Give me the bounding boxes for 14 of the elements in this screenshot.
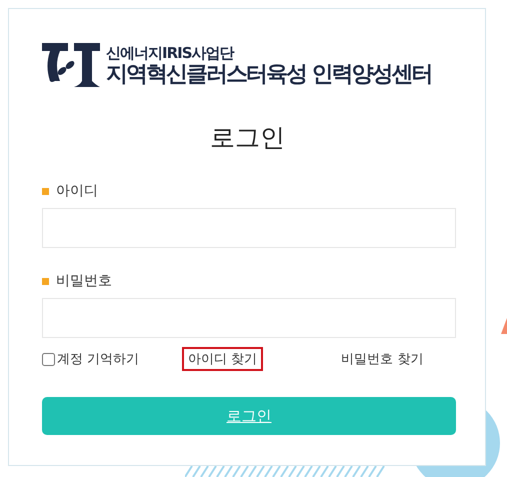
triangle-decoration [501, 318, 507, 334]
remember-checkbox[interactable] [42, 352, 55, 366]
bullet-icon [42, 188, 49, 194]
find-link[interactable]: 비밀번호 찾기 [335, 347, 430, 371]
field-label: 비밀번호 [56, 272, 112, 290]
find-link[interactable]: 아이디 찾기 [182, 347, 264, 371]
password-field[interactable] [42, 298, 456, 338]
organization-name: 신에너지IRIS사업단 [106, 44, 236, 62]
id-field[interactable] [42, 208, 456, 248]
field-label: 아이디 [56, 182, 98, 200]
center-name: 지역혁신클러스터육성 인력양성센터 [106, 62, 432, 88]
checkbox-label: 계정 기억하기 [57, 351, 140, 368]
page-title: 로그인 [210, 122, 285, 154]
bullet-icon [42, 278, 49, 284]
